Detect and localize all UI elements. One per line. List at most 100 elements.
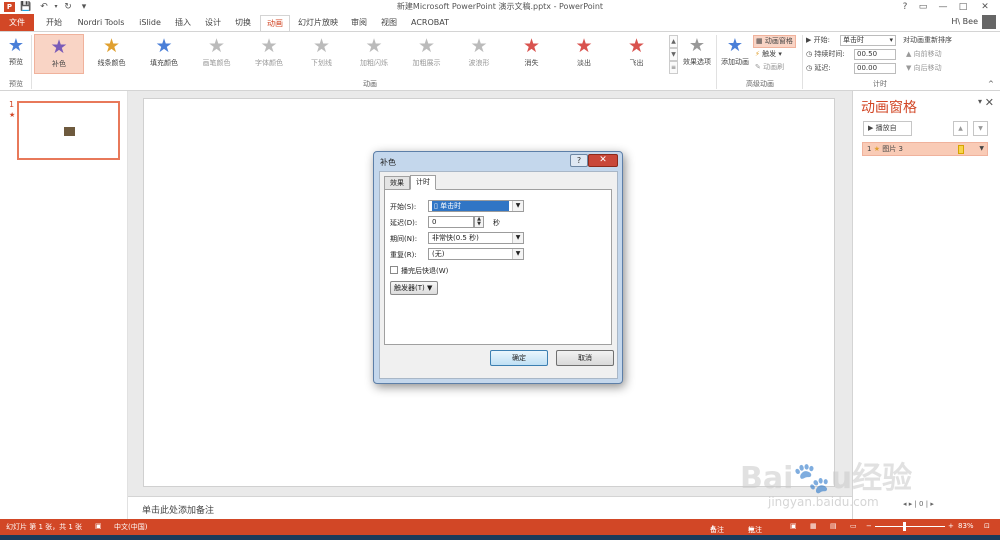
maximize-button[interactable]: □	[956, 0, 970, 14]
delay-input[interactable]: 00.00	[854, 63, 896, 74]
animation-option[interactable]: ★ 线条颜色	[87, 34, 137, 74]
delay-spinner[interactable]: ▲ ▼	[474, 216, 484, 228]
add-animation-button[interactable]: ★ 添加动画	[718, 35, 752, 67]
clock-icon: ◷	[806, 64, 813, 72]
windows-taskbar	[0, 535, 1000, 540]
slideshow-icon[interactable]: ▭	[850, 522, 857, 530]
zoom-out-icon[interactable]: −	[866, 522, 872, 530]
zoom-slider-thumb[interactable]	[903, 522, 906, 531]
animation-option[interactable]: ★ 补色	[34, 34, 84, 74]
repeat-label: 重复(R):	[390, 251, 417, 259]
repeat-select[interactable]: (无) ▼	[428, 248, 524, 260]
tab-effect[interactable]: 效果	[384, 176, 410, 190]
ok-button[interactable]: 确定	[490, 350, 548, 366]
tab-design[interactable]: 设计	[200, 15, 226, 31]
animation-option[interactable]: ★ 下划线	[297, 34, 347, 74]
spellcheck-icon[interactable]: ▣	[95, 522, 102, 530]
tab-timing[interactable]: 计时	[410, 175, 436, 190]
tab-home[interactable]: 开始	[40, 15, 68, 31]
animation-option-label: 飞出	[629, 59, 644, 67]
thumbnail-picture	[64, 127, 75, 136]
normal-view-icon[interactable]: ▣	[790, 522, 797, 530]
trigger-icon: ⚡	[755, 50, 760, 58]
triggers-button[interactable]: 触发器(T) ▼	[390, 281, 438, 295]
tab-islide[interactable]: iSlide	[134, 15, 166, 31]
start-label: ▶ 开始:	[806, 36, 830, 44]
animation-option-label: 消失	[524, 59, 539, 67]
zoom-in-icon[interactable]: +	[948, 522, 954, 530]
slide-thumbnail[interactable]	[17, 101, 120, 160]
notes-area[interactable]: 单击此处添加备注	[128, 496, 852, 519]
status-bar: 幻灯片 第 1 张，共 1 张 ▣ 中文(中国) ≜ 备注 ▬ 批注 ▣ ▦ ▤…	[0, 519, 1000, 535]
pane-options-icon[interactable]: ▾	[978, 97, 982, 106]
help-button[interactable]: ?	[570, 154, 588, 167]
tab-review[interactable]: 审阅	[346, 15, 372, 31]
period-select[interactable]: 非常快(0.5 秒) ▼	[428, 232, 524, 244]
animation-option[interactable]: ★ 加粗展示	[402, 34, 452, 74]
animation-option[interactable]: ★ 淡出	[559, 34, 609, 74]
move-earlier-button[interactable]: ▲ 向前移动	[906, 49, 942, 60]
tab-slideshow[interactable]: 幻灯片放映	[294, 15, 342, 31]
animation-option[interactable]: ★ 加粗闪烁	[349, 34, 399, 74]
fit-slide-icon[interactable]: ⊡	[984, 522, 990, 530]
start-select[interactable]: ▯ 单击时 ▼	[428, 200, 524, 212]
zoom-level[interactable]: 83%	[958, 522, 974, 530]
preview-button[interactable]: ★ 预览	[4, 35, 28, 67]
tab-animations[interactable]: 动画	[260, 15, 290, 32]
tab-transitions[interactable]: 切换	[230, 15, 256, 31]
close-button[interactable]: ✕	[588, 154, 618, 167]
rewind-checkbox[interactable]	[390, 266, 398, 274]
animation-painter-button[interactable]: ✎ 动画刷	[755, 62, 784, 73]
tab-acrobat[interactable]: ACROBAT	[406, 15, 454, 31]
cancel-button[interactable]: 取消	[556, 350, 614, 366]
preview-label: 预览	[9, 58, 23, 66]
play-from-button[interactable]: ▶ 播放自	[863, 121, 912, 136]
slide-sorter-icon[interactable]: ▦	[810, 522, 817, 530]
trigger-button[interactable]: ⚡ 触发 ▾	[755, 49, 782, 60]
watermark-logo: Bai🐾u经验	[740, 461, 913, 496]
animation-option[interactable]: ★ 消失	[507, 34, 557, 74]
animation-option[interactable]: ★ 填充颜色	[139, 34, 189, 74]
animation-star-icon: ★	[102, 35, 121, 57]
collapse-ribbon-icon[interactable]: ^	[988, 79, 994, 90]
animations-group-label: 动画	[363, 80, 377, 88]
animation-option[interactable]: ★ 画笔颜色	[192, 34, 242, 74]
tab-view[interactable]: 视图	[376, 15, 402, 31]
minimize-button[interactable]: —	[936, 0, 950, 14]
animation-star-icon: ★	[260, 35, 278, 57]
tab-nordri-tools[interactable]: Nordri Tools	[72, 15, 130, 31]
animation-pane-button[interactable]: ▦ 动画窗格	[753, 35, 796, 48]
help-button[interactable]: ?	[898, 0, 912, 14]
user-name[interactable]: H\ Bee	[951, 17, 978, 26]
start-select[interactable]: 单击时 ▾	[840, 35, 896, 46]
animation-star-icon: ★	[312, 35, 331, 57]
animation-option[interactable]: ★ 字体颜色	[244, 34, 294, 74]
delay-input[interactable]: 0	[428, 216, 474, 228]
close-button[interactable]: ✕	[978, 0, 992, 14]
ribbon-display-button[interactable]: ▭	[916, 0, 930, 14]
gallery-down-arrow[interactable]: ▼	[669, 48, 678, 61]
move-later-button[interactable]: ▼ 向后移动	[906, 63, 942, 74]
zoom-slider[interactable]	[875, 526, 945, 527]
chevron-down-icon: ▼	[512, 249, 523, 259]
duration-input[interactable]: 00.50	[854, 49, 896, 60]
tab-file[interactable]: 文件	[0, 14, 34, 31]
animation-option[interactable]: ★ 波浪形	[454, 34, 504, 74]
move-down-button[interactable]: ▼	[973, 121, 988, 136]
move-up-button[interactable]: ▲	[953, 121, 968, 136]
animation-pane-icon: ▦	[756, 37, 763, 45]
reading-view-icon[interactable]: ▤	[830, 522, 837, 530]
chevron-down-icon[interactable]: ▼	[979, 143, 984, 155]
animation-option[interactable]: ★ 飞出	[612, 34, 662, 74]
tab-insert[interactable]: 插入	[170, 15, 196, 31]
avatar[interactable]	[982, 15, 996, 29]
effect-options-button[interactable]: ★ 效果选项	[680, 35, 714, 67]
animation-list-item[interactable]: 1 ★ 图片 3 ▼	[862, 142, 988, 156]
pane-timeline-controls[interactable]: ◂ ▸ | 0 | ▸	[903, 500, 934, 508]
timing-bar	[958, 145, 964, 154]
notes-placeholder: 单击此处添加备注	[142, 506, 215, 516]
gallery-up-arrow[interactable]: ▲	[669, 35, 678, 48]
close-icon[interactable]: ✕	[985, 96, 994, 109]
gallery-more-arrow[interactable]: ≡	[669, 61, 678, 74]
language[interactable]: 中文(中国)	[114, 522, 147, 532]
